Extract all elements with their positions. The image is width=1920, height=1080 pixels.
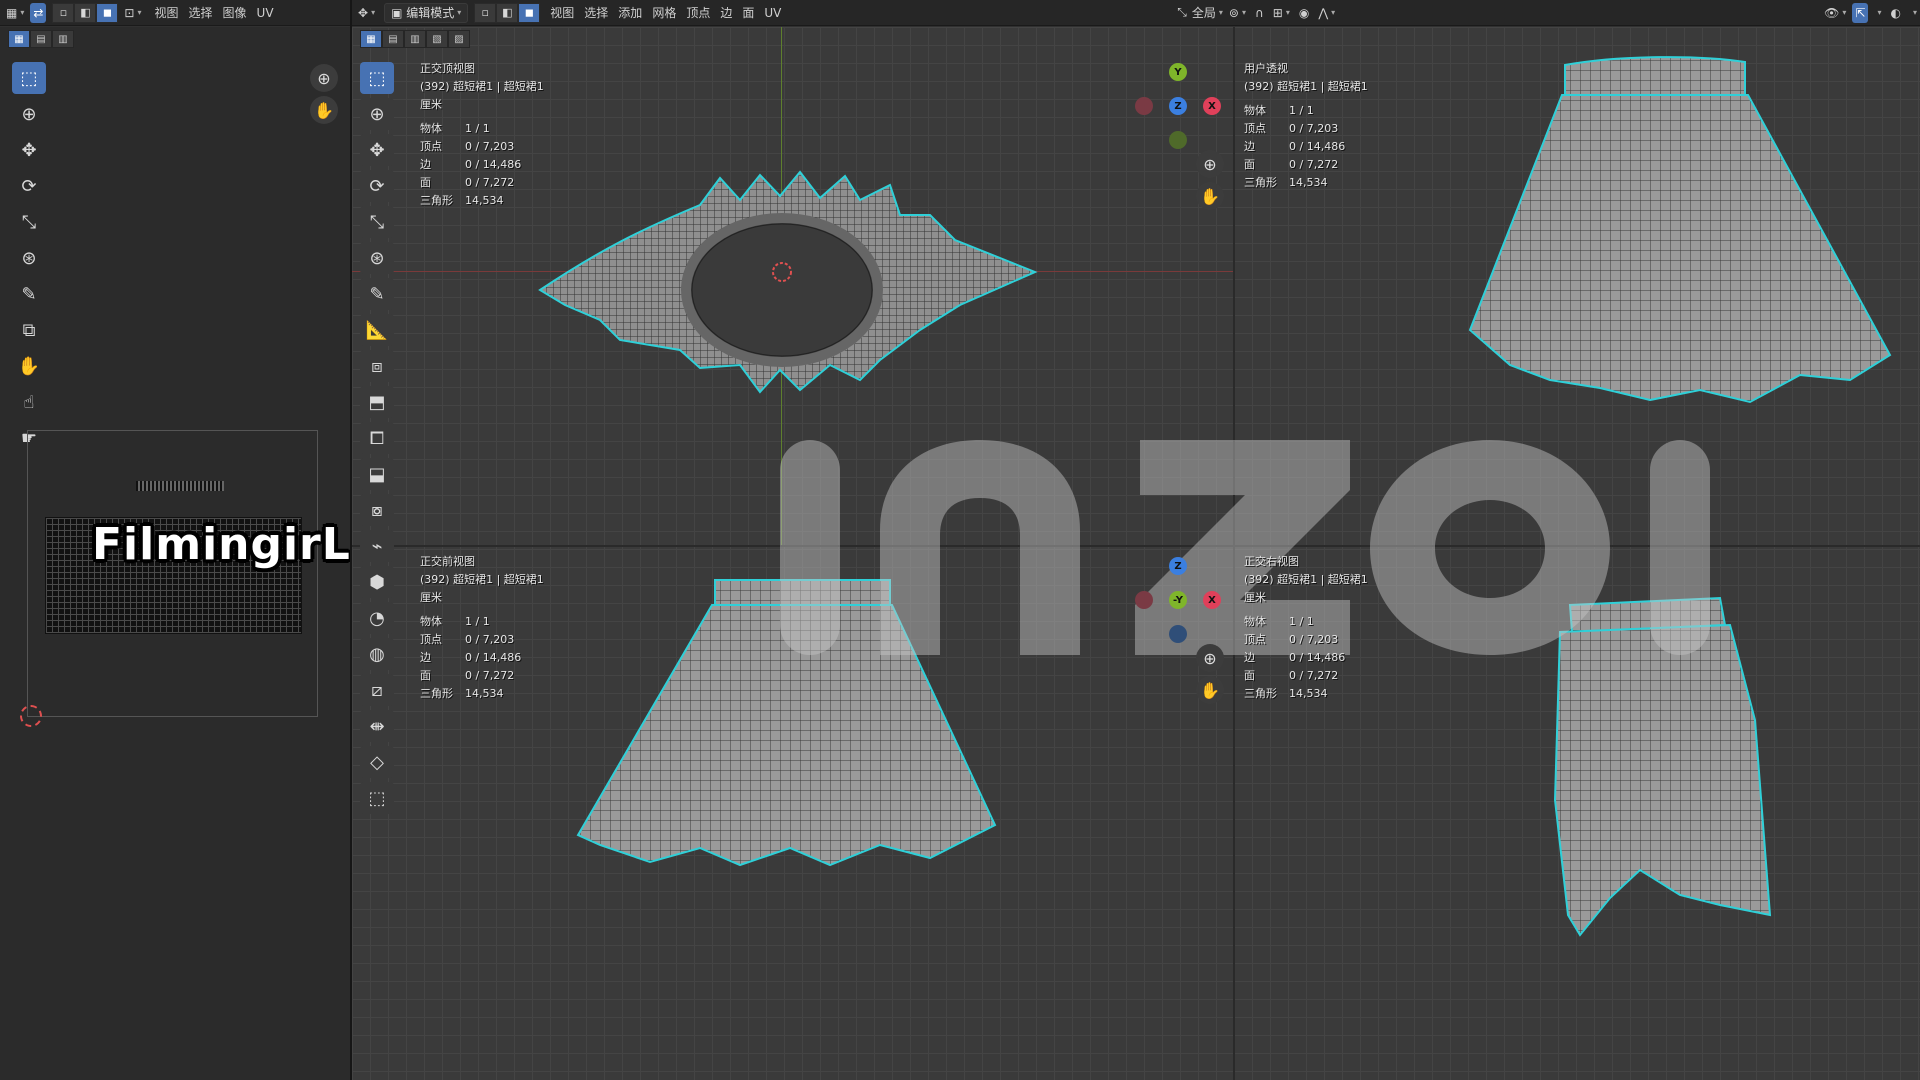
- stat-value: 14,534: [465, 687, 504, 700]
- stat-value: 0 / 14,486: [465, 651, 522, 664]
- stat-value: 0 / 7,203: [1289, 633, 1339, 646]
- stat-label: 顶点: [420, 633, 442, 646]
- units-label: 厘米: [420, 98, 442, 111]
- stat-label: 物体: [420, 615, 442, 628]
- viewport-info-front: 正交前视图 (392) 超短裙1 | 超短裙1 厘米 物体 1 / 1 顶点 0 /…: [420, 553, 544, 703]
- view-title: 正交顶视图: [420, 62, 475, 75]
- stat-value: 0 / 7,203: [465, 633, 515, 646]
- stat-value: 0 / 7,203: [465, 140, 515, 153]
- stat-label: 边: [420, 651, 431, 664]
- viewport-info-right: 正交右视图 (392) 超短裙1 | 超短裙1 厘米 物体 1 / 1 顶点 0 /…: [1244, 553, 1368, 703]
- object-name: (392) 超短裙1 | 超短裙1: [1244, 573, 1368, 586]
- object-name: (392) 超短裙1 | 超短裙1: [420, 80, 544, 93]
- stat-label: 面: [420, 176, 431, 189]
- stat-label: 边: [1244, 651, 1255, 664]
- stat-label: 边: [420, 158, 431, 171]
- view-title: 正交右视图: [1244, 555, 1299, 568]
- gizmo-z-axis[interactable]: Z: [1169, 557, 1187, 575]
- navigation-gizmo-right[interactable]: Z -Y X: [1130, 552, 1226, 648]
- gizmo-neg-y-axis[interactable]: -Y: [1169, 591, 1187, 609]
- stat-label: 面: [420, 669, 431, 682]
- stat-label: 顶点: [1244, 122, 1266, 135]
- stat-value: 0 / 7,272: [1289, 669, 1339, 682]
- units-label: 厘米: [1244, 591, 1266, 604]
- stat-label: 面: [1244, 158, 1255, 171]
- stat-value: 0 / 14,486: [1289, 140, 1346, 153]
- stat-value: 1 / 1: [1289, 615, 1314, 628]
- stats-table: 物体 1 / 1 顶点 0 / 7,203 边 0 / 14,486 面 0 / 7,2…: [420, 120, 544, 210]
- gizmo-x-axis[interactable]: X: [1203, 591, 1221, 609]
- stat-value: 14,534: [1289, 176, 1328, 189]
- gizmo-y-axis[interactable]: Y: [1169, 63, 1187, 81]
- pan-hand-icon[interactable]: ✋: [1196, 182, 1224, 210]
- view-title: 用户透视: [1244, 62, 1288, 75]
- stat-label: 边: [1244, 140, 1255, 153]
- stat-value: 0 / 14,486: [465, 158, 522, 171]
- stat-label: 三角形: [1244, 687, 1277, 700]
- stat-value: 1 / 1: [465, 615, 490, 628]
- skirt-perspective-mesh[interactable]: [1468, 56, 1892, 404]
- gizmo-z-axis[interactable]: Z: [1169, 97, 1187, 115]
- object-name: (392) 超短裙1 | 超短裙1: [420, 573, 544, 586]
- stat-value: 0 / 7,272: [465, 176, 515, 189]
- pan-hand-icon[interactable]: ✋: [1196, 676, 1224, 704]
- zoom-icon[interactable]: ⊕: [1196, 150, 1224, 178]
- units-label: 厘米: [420, 591, 442, 604]
- stat-value: 1 / 1: [465, 122, 490, 135]
- stat-label: 物体: [420, 122, 442, 135]
- stat-label: 三角形: [420, 194, 453, 207]
- view-title: 正交前视图: [420, 555, 475, 568]
- stat-label: 物体: [1244, 615, 1266, 628]
- stat-value: 14,534: [465, 194, 504, 207]
- stats-table: 物体 1 / 1 顶点 0 / 7,203 边 0 / 14,486 面 0 / 7,2…: [1244, 102, 1368, 192]
- stat-label: 顶点: [420, 140, 442, 153]
- object-name: (392) 超短裙1 | 超短裙1: [1244, 80, 1368, 93]
- gizmo-neg-x-axis[interactable]: [1135, 97, 1153, 115]
- stats-table: 物体 1 / 1 顶点 0 / 7,203 边 0 / 14,486 面 0 / 7,2…: [420, 613, 544, 703]
- gizmo-x-axis[interactable]: X: [1203, 97, 1221, 115]
- stat-label: 三角形: [1244, 176, 1277, 189]
- stat-value: 1 / 1: [1289, 104, 1314, 117]
- stat-value: 0 / 7,272: [465, 669, 515, 682]
- stat-value: 0 / 14,486: [1289, 651, 1346, 664]
- viewport-info-perspective: 用户透视 (392) 超短裙1 | 超短裙1 物体 1 / 1 顶点 0 / 7,2…: [1244, 60, 1368, 192]
- skirt-top-view-mesh[interactable]: [538, 170, 1038, 394]
- stat-value: 14,534: [1289, 687, 1328, 700]
- navigation-gizmo-top[interactable]: Y Z X: [1130, 58, 1226, 154]
- stats-table: 物体 1 / 1 顶点 0 / 7,203 边 0 / 14,486 面 0 / 7,2…: [1244, 613, 1368, 703]
- stat-value: 0 / 7,272: [1289, 158, 1339, 171]
- stat-label: 面: [1244, 669, 1255, 682]
- stat-label: 顶点: [1244, 633, 1266, 646]
- gizmo-neg-x-axis[interactable]: [1135, 591, 1153, 609]
- stat-label: 三角形: [420, 687, 453, 700]
- gizmo-neg-y-axis[interactable]: [1169, 131, 1187, 149]
- viewport-info-top: 正交顶视图 (392) 超短裙1 | 超短裙1 厘米 物体 1 / 1 顶点 0 /…: [420, 60, 544, 210]
- zoom-icon[interactable]: ⊕: [1196, 644, 1224, 672]
- stat-value: 0 / 7,203: [1289, 122, 1339, 135]
- stat-label: 物体: [1244, 104, 1266, 117]
- gizmo-neg-z-axis[interactable]: [1169, 625, 1187, 643]
